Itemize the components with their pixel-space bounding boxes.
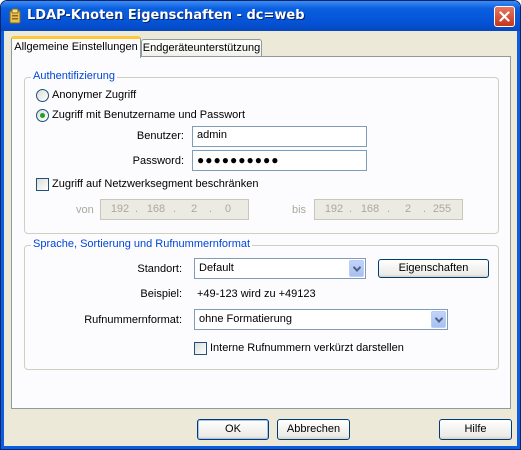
ok-button[interactable]: OK: [197, 419, 269, 440]
ip-dot: .: [135, 203, 139, 215]
window-title: LDAP-Knoten Eigenschaften - dc=web: [27, 8, 305, 23]
example-value: +49-123 wird zu +49123: [197, 288, 316, 300]
ldap-node-icon: [9, 8, 21, 24]
window-frame-left: [1, 31, 4, 449]
ip-dot: .: [423, 203, 427, 215]
tab-device-support-label: Endgeräteunterstützung: [142, 42, 261, 54]
properties-button[interactable]: Eigenschaften: [378, 259, 489, 278]
cancel-button[interactable]: Abbrechen: [277, 419, 350, 440]
phone-format-label: Rufnummernformat:: [84, 314, 182, 326]
help-button[interactable]: Hilfe: [439, 419, 512, 440]
to-ip-octet-3: 2: [404, 203, 412, 215]
radio-selected-dot: [40, 113, 45, 118]
from-ip-octet-3: 2: [190, 203, 198, 215]
to-ip-octet-1: 192: [324, 203, 344, 215]
to-ip-octet-2: 168: [360, 203, 380, 215]
tab-general-settings-label: Allgemeine Einstellungen: [14, 41, 138, 53]
ip-dot: .: [209, 203, 213, 215]
close-icon: [499, 11, 510, 22]
radio-anonymous-access[interactable]: [36, 89, 49, 102]
password-label: Password:: [132, 155, 184, 167]
short-internal-numbers-label[interactable]: Interne Rufnummern verkürzt darstellen: [210, 342, 404, 354]
title-bar[interactable]: LDAP-Knoten Eigenschaften - dc=web: [1, 1, 520, 31]
radio-credentials-access-label[interactable]: Zugriff mit Benutzername und Passwort: [52, 109, 245, 121]
tab-panel-general: Authentifizierung Anonymer Zugriff Zugri…: [11, 56, 511, 409]
close-button[interactable]: [494, 6, 515, 27]
from-ip-octet-1: 192: [110, 203, 130, 215]
user-label: Benutzer:: [136, 130, 184, 142]
phone-format-select-value: ohne Formatierung: [199, 313, 292, 325]
to-ip-octet-4: 255: [432, 203, 452, 215]
from-ip-octet-4: 0: [224, 203, 232, 215]
chevron-down-icon[interactable]: [349, 260, 364, 277]
tab-device-support[interactable]: Endgeräteunterstützung: [141, 39, 262, 57]
ip-dot: .: [173, 203, 177, 215]
radio-anonymous-access-label[interactable]: Anonymer Zugriff: [52, 89, 136, 101]
auth-group-title: Authentifizierung: [31, 70, 117, 82]
from-ip-octet-2: 168: [146, 203, 166, 215]
from-ip-label: von: [76, 204, 94, 216]
window-frame-right: [517, 31, 520, 449]
tab-general-settings[interactable]: Allgemeine Einstellungen: [11, 36, 141, 58]
to-ip-field: 192 . 168 . 2 . 255: [314, 199, 463, 220]
from-ip-field: 192 . 168 . 2 . 0: [100, 199, 249, 220]
ip-dot: .: [387, 203, 391, 215]
window-frame-bottom: [1, 446, 520, 449]
example-label: Beispiel:: [140, 288, 182, 300]
password-input[interactable]: ●●●●●●●●●●: [192, 150, 367, 171]
locale-group-title: Sprache, Sortierung und Rufnummernformat: [31, 238, 253, 250]
restrict-segment-label[interactable]: Zugriff auf Netzwerksegment beschränken: [52, 178, 258, 190]
short-internal-numbers-checkbox[interactable]: [194, 342, 207, 355]
restrict-segment-checkbox[interactable]: [36, 178, 49, 191]
to-ip-label: bis: [292, 204, 307, 216]
user-input[interactable]: admin: [192, 126, 367, 147]
location-select[interactable]: Default: [194, 258, 366, 279]
chevron-down-icon[interactable]: [431, 311, 446, 328]
dialog-window: LDAP-Knoten Eigenschaften - dc=web Allge…: [0, 0, 521, 450]
location-select-value: Default: [199, 262, 234, 274]
phone-format-select[interactable]: ohne Formatierung: [194, 309, 448, 330]
location-label: Standort:: [137, 263, 182, 275]
radio-credentials-access[interactable]: [36, 109, 49, 122]
ip-dot: .: [349, 203, 353, 215]
